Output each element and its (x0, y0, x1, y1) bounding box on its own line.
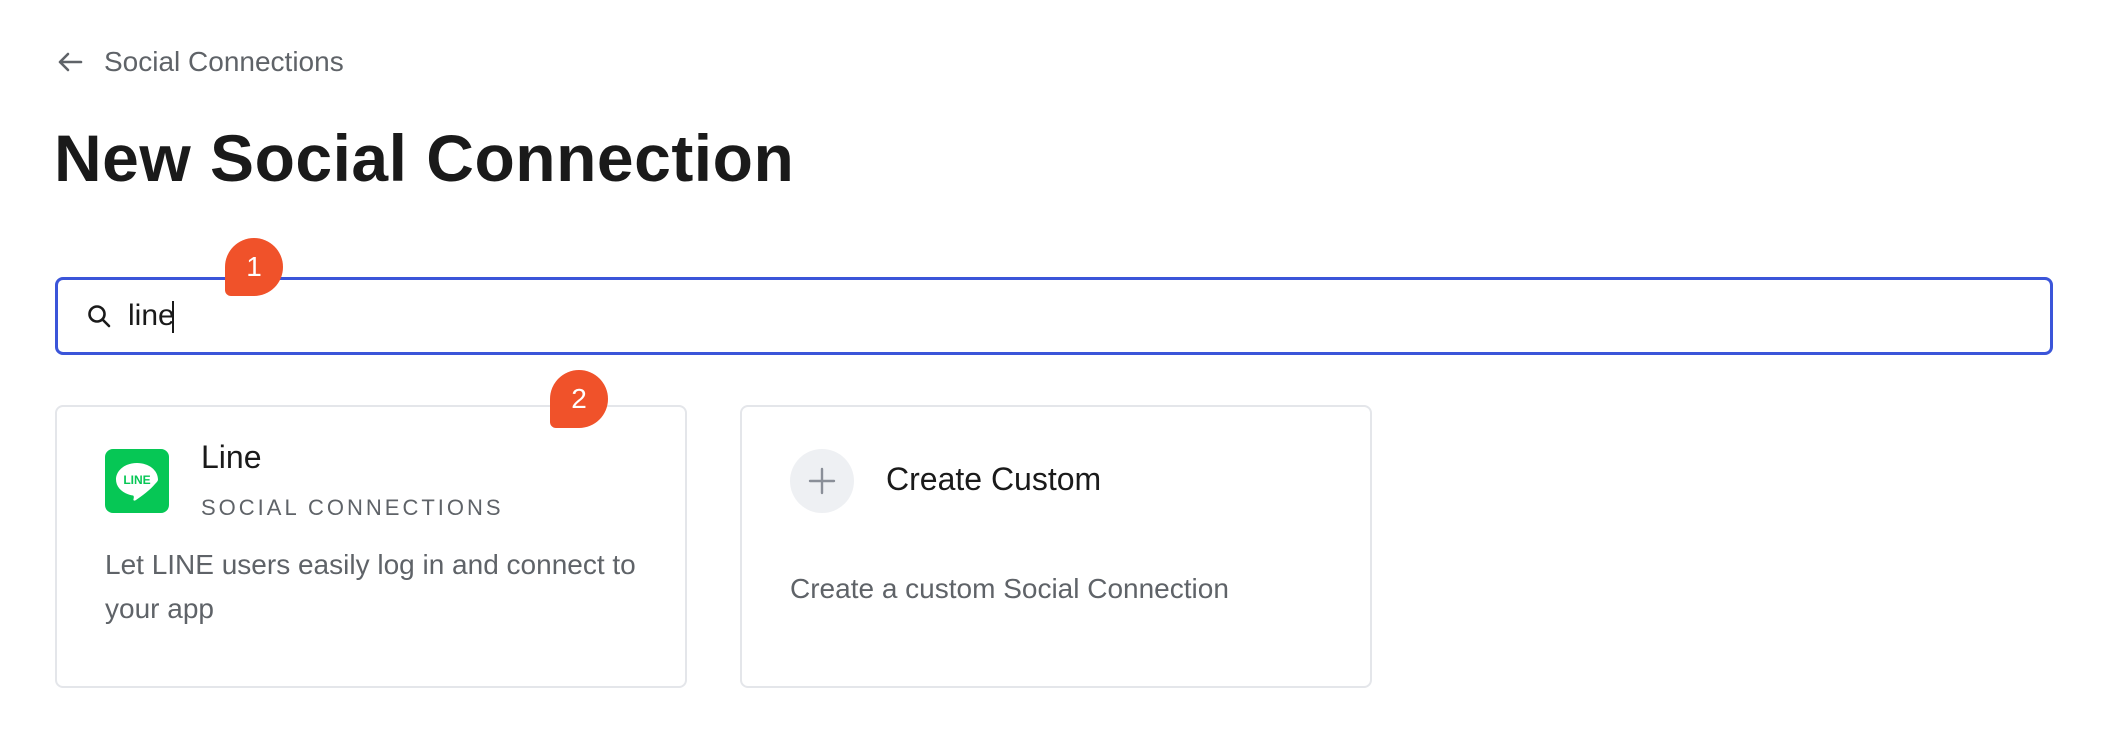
search-field[interactable] (55, 277, 2053, 355)
card-category: SOCIAL CONNECTIONS (201, 495, 504, 520)
card-description: Let LINE users easily log in and connect… (105, 549, 636, 624)
back-link[interactable]: Social Connections (56, 44, 344, 80)
arrow-left-icon (56, 48, 84, 76)
line-logo-icon: LINE (105, 449, 169, 513)
line-connection-card[interactable]: LINE Line SOCIAL CONNECTIONS Let LINE us… (55, 405, 687, 688)
card-title: Create Custom (886, 461, 1102, 497)
line-logo-text: LINE (123, 473, 150, 487)
step-marker: 1 (225, 238, 283, 296)
step-marker: 2 (550, 370, 608, 428)
search-icon (86, 303, 112, 329)
plus-icon (790, 449, 854, 513)
create-custom-card[interactable]: Create Custom Create a custom Social Con… (740, 405, 1372, 688)
card-title: Line (201, 439, 262, 475)
search-input[interactable] (128, 299, 1978, 333)
back-link-label: Social Connections (104, 46, 344, 77)
card-description: Create a custom Social Connection (790, 573, 1229, 604)
page-title: New Social Connection (54, 121, 795, 195)
text-caret (172, 301, 174, 333)
